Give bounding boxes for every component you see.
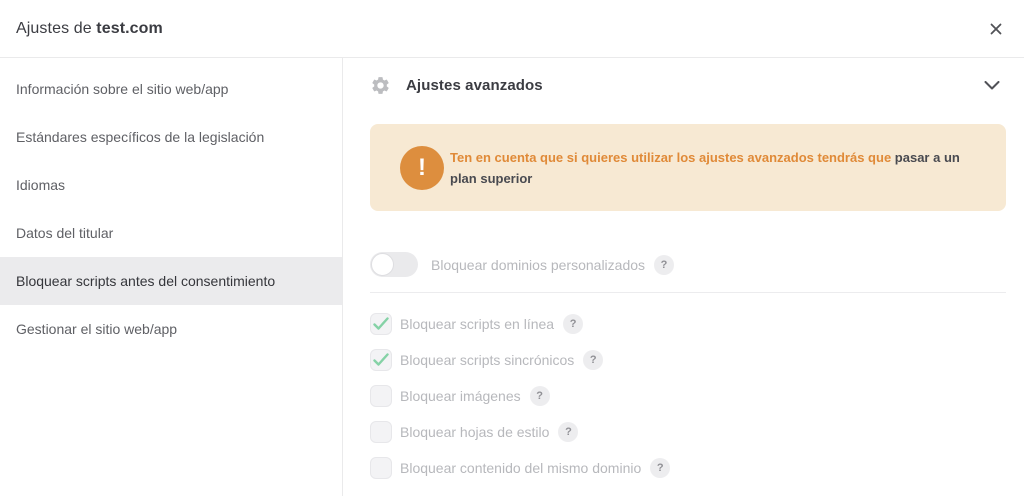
panel-header: Ajustes avanzados	[370, 58, 1006, 112]
sidebar-item-manage-site[interactable]: Gestionar el sitio web/app	[0, 305, 342, 353]
help-icon[interactable]: ?	[558, 422, 578, 442]
checkbox-row-images: Bloquear imágenes ?	[370, 378, 1006, 414]
checkbox-row-same-domain: Bloquear contenido del mismo dominio ?	[370, 450, 1006, 486]
sidebar-item-languages[interactable]: Idiomas	[0, 161, 342, 209]
site-settings-dialog: Ajustes de test.com Información sobre el…	[0, 0, 1024, 496]
upgrade-plan-link-line2[interactable]: plan superior	[450, 171, 532, 186]
checkbox-label: Bloquear imágenes	[400, 388, 521, 404]
help-icon[interactable]: ?	[563, 314, 583, 334]
help-icon[interactable]: ?	[650, 458, 670, 478]
advanced-settings-panel: Ajustes avanzados ! Ten en cuenta que si…	[343, 58, 1024, 496]
help-icon[interactable]: ?	[654, 255, 674, 275]
warning-text: Ten en cuenta que si quieres utilizar lo…	[450, 147, 960, 189]
gear-icon	[370, 75, 391, 96]
sidebar-item-owner-data[interactable]: Datos del titular	[0, 209, 342, 257]
checkbox-row-sync-scripts: Bloquear scripts sincrónicos ?	[370, 342, 1006, 378]
close-icon[interactable]	[984, 17, 1008, 41]
sidebar-item-block-scripts[interactable]: Bloquear scripts antes del consentimient…	[0, 257, 342, 305]
block-custom-domains-toggle[interactable]	[370, 252, 418, 277]
checkbox-label: Bloquear hojas de estilo	[400, 424, 549, 440]
checkbox-block-images[interactable]	[370, 385, 392, 407]
chevron-down-icon[interactable]	[984, 81, 1000, 90]
upgrade-plan-link[interactable]: pasar a un	[895, 150, 960, 165]
upgrade-warning-banner: ! Ten en cuenta que si quieres utilizar …	[370, 124, 1006, 211]
checkbox-block-same-domain-content[interactable]	[370, 457, 392, 479]
toggle-knob	[371, 253, 394, 276]
exclamation-icon: !	[400, 146, 444, 190]
sidebar-item-legislation-standards[interactable]: Estándares específicos de la legislación	[0, 113, 342, 161]
blocking-options-list: Bloquear scripts en línea ? Bloquear scr…	[370, 306, 1006, 486]
checkbox-row-stylesheets: Bloquear hojas de estilo ?	[370, 414, 1006, 450]
toggle-label: Bloquear dominios personalizados	[431, 257, 645, 273]
checkbox-label: Bloquear contenido del mismo dominio	[400, 460, 641, 476]
sidebar-item-site-info[interactable]: Información sobre el sitio web/app	[0, 65, 342, 113]
dialog-title: Ajustes de test.com	[16, 20, 163, 38]
checkbox-row-inline-scripts: Bloquear scripts en línea ?	[370, 306, 1006, 342]
checkbox-block-stylesheets[interactable]	[370, 421, 392, 443]
checkbox-label: Bloquear scripts en línea	[400, 316, 554, 332]
dialog-title-prefix: Ajustes de	[16, 20, 96, 37]
help-icon[interactable]: ?	[530, 386, 550, 406]
panel-title: Ajustes avanzados	[406, 77, 543, 94]
warning-text-highlight: Ten en cuenta que si quieres utilizar lo…	[450, 150, 891, 165]
section-divider	[370, 292, 1006, 293]
help-icon[interactable]: ?	[583, 350, 603, 370]
dialog-header: Ajustes de test.com	[0, 0, 1024, 58]
block-custom-domains-row: Bloquear dominios personalizados ?	[370, 252, 1006, 277]
dialog-body: Información sobre el sitio web/app Están…	[0, 58, 1024, 496]
checkbox-block-sync-scripts[interactable]	[370, 349, 392, 371]
dialog-title-domain: test.com	[96, 20, 163, 37]
sidebar: Información sobre el sitio web/app Están…	[0, 58, 343, 496]
checkbox-block-inline-scripts[interactable]	[370, 313, 392, 335]
checkbox-label: Bloquear scripts sincrónicos	[400, 352, 574, 368]
